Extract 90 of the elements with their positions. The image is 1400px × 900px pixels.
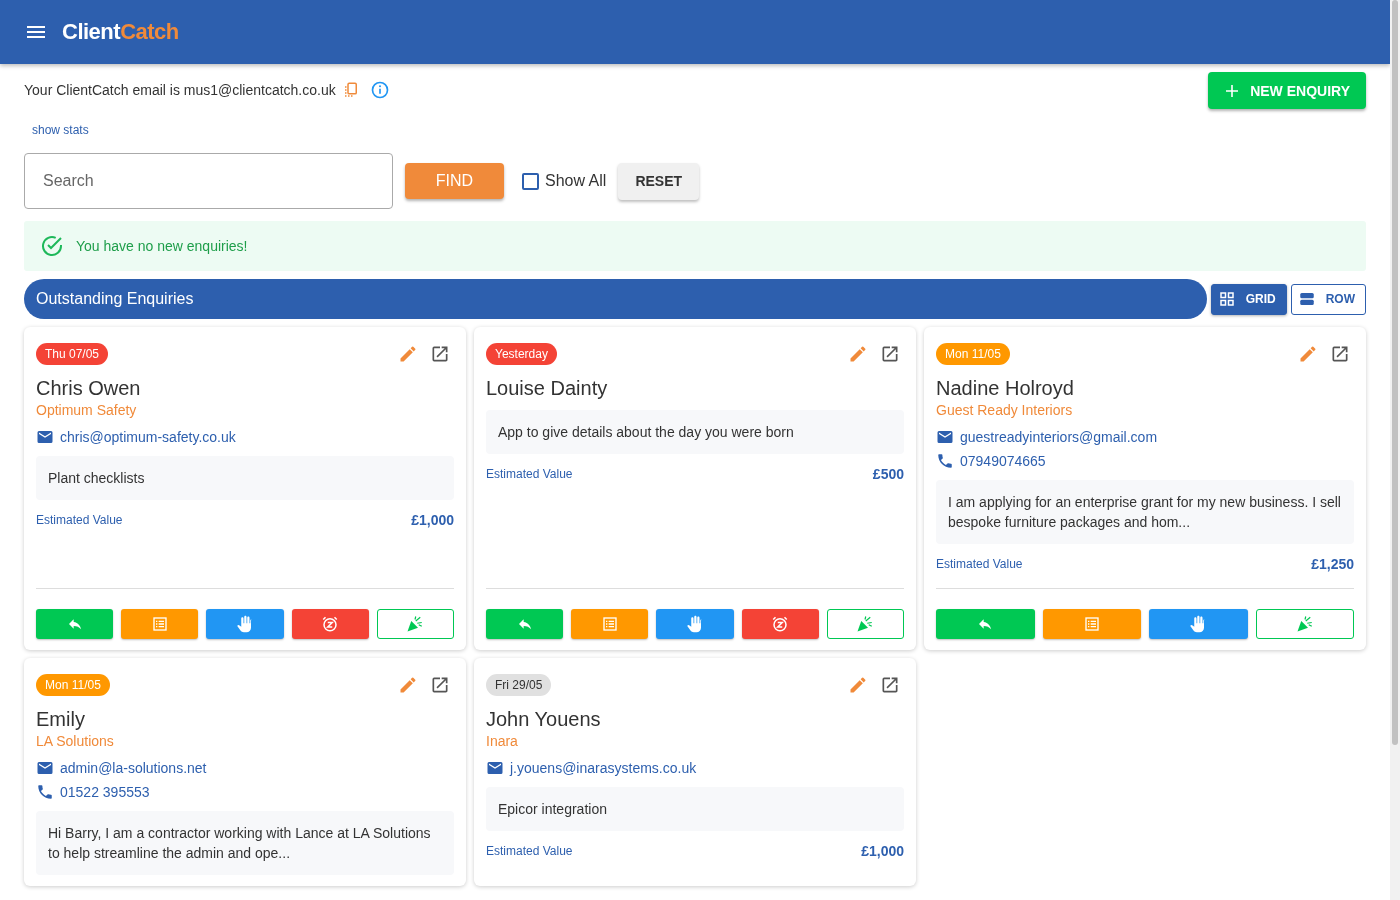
reply-icon <box>66 616 83 632</box>
email-notice: Your ClientCatch email is mus1@clientcatch.co.uk <box>24 82 336 98</box>
show-all-checkbox[interactable]: Show All <box>522 172 607 190</box>
company-name: Inara <box>486 733 519 749</box>
open-external-icon[interactable] <box>880 675 900 695</box>
rows-icon <box>1297 290 1316 308</box>
logo: ClientCatch <box>62 19 179 45</box>
value-amount: £1,250 <box>1311 556 1354 572</box>
contact-name: Chris Owen <box>36 377 142 400</box>
reply-button[interactable] <box>36 609 114 639</box>
enquiry-note: Epicor integration <box>486 787 904 831</box>
hold-button[interactable] <box>656 609 734 639</box>
hold-button[interactable] <box>206 609 284 639</box>
envelope-icon <box>936 428 954 446</box>
date-badge: Yesterday <box>486 343 557 365</box>
notes-button[interactable] <box>1042 609 1141 639</box>
row-view-button[interactable]: ROW <box>1290 283 1366 315</box>
open-external-icon[interactable] <box>430 675 450 695</box>
enquiry-note: Hi Barry, I am a contractor working with Lance at LA Solutions to help streamline the admin and ope... <box>36 811 454 875</box>
value-amount: £1,000 <box>861 843 904 859</box>
won-button[interactable] <box>376 609 454 639</box>
party-popper-icon <box>1295 615 1314 633</box>
company-name: Optimum Safety <box>36 402 138 418</box>
email-link[interactable]: guestreadyinteriors@gmail.com <box>960 429 1158 445</box>
enquiry-note: App to give details about the day you were born <box>486 410 904 454</box>
hand-icon <box>686 615 704 633</box>
contact-name: Nadine Holroyd <box>936 377 1075 400</box>
snooze-button[interactable] <box>291 609 369 639</box>
search-field[interactable]: Search <box>24 153 393 209</box>
check-circle-icon <box>40 234 64 258</box>
edit-icon[interactable] <box>848 344 868 364</box>
notes-button[interactable] <box>121 609 199 639</box>
envelope-icon <box>486 759 504 777</box>
hold-button[interactable] <box>1149 609 1248 639</box>
value-label: Estimated Value <box>486 844 573 858</box>
reply-button[interactable] <box>486 609 564 639</box>
party-popper-icon <box>406 615 425 633</box>
alarm-snooze-icon <box>771 615 790 633</box>
won-button[interactable] <box>1255 609 1354 639</box>
notes-button[interactable] <box>571 609 649 639</box>
phone-link[interactable]: 07949074665 <box>960 453 1046 469</box>
edit-icon[interactable] <box>398 344 418 364</box>
edit-icon[interactable] <box>1298 344 1318 364</box>
enquiry-note: Plant checklists <box>36 456 454 500</box>
envelope-icon <box>36 759 54 777</box>
enquiry-note: I am applying for an enterprise grant for my new business. I sell bespoke furniture packages and hom... <box>936 480 1354 544</box>
date-badge: Thu 07/05 <box>36 343 109 365</box>
date-badge: Fri 29/05 <box>486 674 552 696</box>
grid-icon <box>1217 290 1236 308</box>
company-name: Guest Ready Interiors <box>936 402 1074 418</box>
phone-icon <box>936 452 954 470</box>
phone-link[interactable]: 01522 395553 <box>60 784 150 800</box>
value-label: Estimated Value <box>36 513 123 527</box>
email-link[interactable]: admin@la-solutions.net <box>60 760 207 776</box>
value-amount: £500 <box>872 466 904 482</box>
list-icon <box>1083 616 1100 632</box>
list-icon <box>151 616 168 632</box>
value-label: Estimated Value <box>936 557 1023 571</box>
info-icon[interactable] <box>369 80 390 100</box>
edit-icon[interactable] <box>848 675 868 695</box>
won-button[interactable] <box>826 609 904 639</box>
email-link[interactable]: chris@optimum-safety.co.uk <box>60 429 236 445</box>
phone-icon <box>36 783 54 801</box>
show-stats-link[interactable]: show stats <box>32 123 89 137</box>
envelope-icon <box>36 428 54 446</box>
grid-view-button[interactable]: GRID <box>1210 283 1287 315</box>
contact-name: Louise Dainty <box>486 377 609 400</box>
date-badge: Mon 11/05 <box>936 343 1010 365</box>
open-external-icon[interactable] <box>1330 344 1350 364</box>
open-external-icon[interactable] <box>430 344 450 364</box>
email-link[interactable]: j.youens@inarasystems.co.uk <box>510 760 697 776</box>
list-icon <box>601 616 618 632</box>
reset-button[interactable]: RESET <box>618 162 700 200</box>
edit-icon[interactable] <box>398 675 418 695</box>
snooze-button[interactable] <box>741 609 819 639</box>
alarm-snooze-icon <box>321 615 340 633</box>
value-amount: £1,000 <box>411 512 454 528</box>
reply-icon <box>977 616 994 632</box>
plus-icon <box>1224 82 1241 99</box>
section-title: Outstanding Enquiries <box>36 290 194 308</box>
contact-name: Emily <box>36 708 86 731</box>
value-label: Estimated Value <box>486 467 573 481</box>
hand-icon <box>236 615 254 633</box>
open-external-icon[interactable] <box>880 344 900 364</box>
party-popper-icon <box>856 615 875 633</box>
reply-icon <box>516 616 533 632</box>
company-name: LA Solutions <box>36 733 115 749</box>
notice-text: You have no new enquiries! <box>76 238 248 254</box>
contact-name: John Youens <box>486 708 602 731</box>
date-badge: Mon 11/05 <box>36 674 110 696</box>
